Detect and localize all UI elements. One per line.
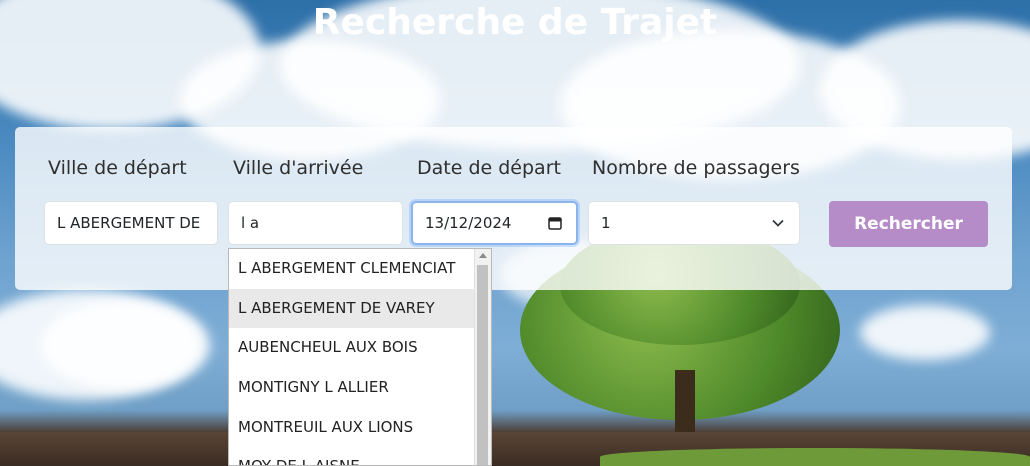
depart-label: Ville de départ <box>48 157 187 179</box>
depart-input[interactable]: L ABERGEMENT DE <box>44 201 218 245</box>
calendar-icon[interactable] <box>548 216 562 230</box>
scroll-up-arrow-icon[interactable] <box>479 253 487 258</box>
passagers-label: Nombre de passagers <box>592 157 800 179</box>
suggestion-item[interactable]: L ABERGEMENT DE VAREY <box>229 288 476 329</box>
date-label: Date de départ <box>417 157 561 179</box>
date-input[interactable]: 13/12/2024 <box>411 201 578 245</box>
passagers-select-value: 1 <box>601 214 611 232</box>
suggestion-item[interactable]: MONTIGNY L ALLIER <box>229 368 476 408</box>
arrivee-input[interactable]: l a <box>228 201 403 245</box>
arrivee-label: Ville d'arrivée <box>233 157 364 179</box>
suggestion-list: L ABERGEMENT CLEMENCIAT L ABERGEMENT DE … <box>229 249 476 465</box>
arrivee-input-value: l a <box>241 214 260 232</box>
suggestion-item[interactable]: MONTREUIL AUX LIONS <box>229 408 476 448</box>
suggestion-item[interactable]: AUBENCHEUL AUX BOIS <box>229 328 476 368</box>
scrollbar-thumb[interactable] <box>477 265 488 465</box>
chevron-down-icon <box>772 219 784 227</box>
date-input-value: 13/12/2024 <box>425 214 512 232</box>
rechercher-button[interactable]: Rechercher <box>829 201 988 247</box>
suggestion-scrollbar[interactable] <box>474 249 491 465</box>
arrivee-suggestions: L ABERGEMENT CLEMENCIAT L ABERGEMENT DE … <box>228 248 492 466</box>
depart-input-value: L ABERGEMENT DE <box>57 214 201 232</box>
page-title: Recherche de Trajet <box>312 2 718 43</box>
suggestion-item[interactable]: MOY DE L AISNE <box>229 447 476 465</box>
passagers-select[interactable]: 1 <box>588 201 800 245</box>
suggestion-item[interactable]: L ABERGEMENT CLEMENCIAT <box>229 249 476 289</box>
